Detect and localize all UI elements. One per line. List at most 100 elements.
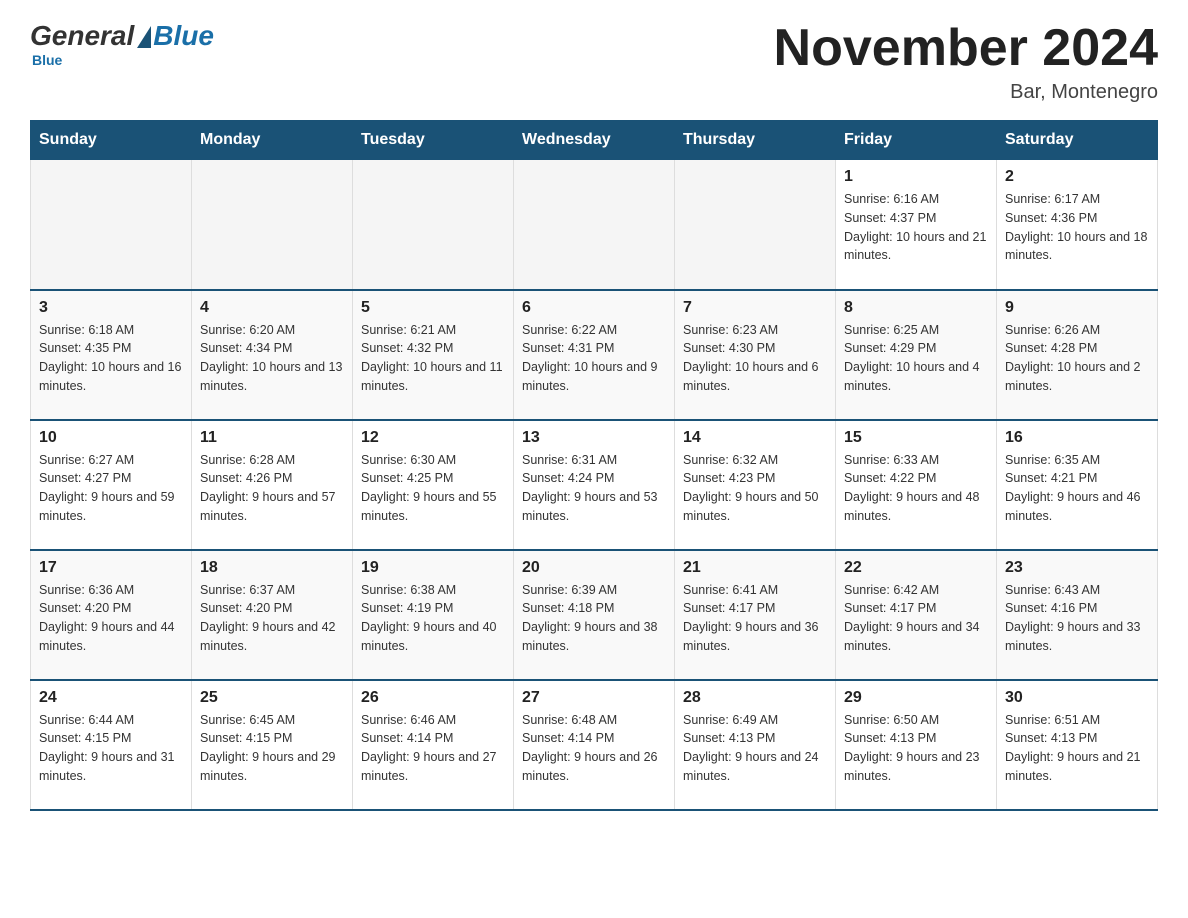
calendar-cell: 16Sunrise: 6:35 AMSunset: 4:21 PMDayligh… [997, 420, 1158, 550]
calendar-week-row: 24 Sunrise: 6:44 AMSunset: 4:15 PMDayligh… [31, 680, 1158, 810]
calendar-cell: 2 Sunrise: 6:17 AMSunset: 4:36 PMDaylight… [997, 160, 1158, 290]
day-number: 5 [361, 299, 505, 317]
calendar-cell [192, 160, 353, 290]
calendar-cell: 24 Sunrise: 6:44 AMSunset: 4:15 PMDayligh… [31, 680, 192, 810]
calendar-cell: 19 Sunrise: 6:38 AMSunset: 4:19 PMDayligh… [353, 550, 514, 680]
day-number: 14 [683, 429, 827, 447]
day-info: Sunrise: 6:35 AMSunset: 4:21 PMDaylight:… [1005, 451, 1149, 526]
calendar-cell: 11 Sunrise: 6:28 AMSunset: 4:26 PMDayligh… [192, 420, 353, 550]
day-info: Sunrise: 6:44 AMSunset: 4:15 PMDaylight:… [39, 711, 183, 786]
day-number: 19 [361, 559, 505, 577]
header-saturday: Saturday [997, 121, 1158, 160]
day-info: Sunrise: 6:46 AMSunset: 4:14 PMDaylight:… [361, 711, 505, 786]
day-number: 7 [683, 299, 827, 317]
day-number: 13 [522, 429, 666, 447]
day-info: Sunrise: 6:31 AMSunset: 4:24 PMDaylight:… [522, 451, 666, 526]
day-number: 22 [844, 559, 988, 577]
calendar-cell: 5 Sunrise: 6:21 AMSunset: 4:32 PMDaylight… [353, 290, 514, 420]
calendar-cell: 26 Sunrise: 6:46 AMSunset: 4:14 PMDayligh… [353, 680, 514, 810]
calendar-cell [353, 160, 514, 290]
day-info: Sunrise: 6:41 AMSunset: 4:17 PMDaylight:… [683, 581, 827, 656]
day-info: Sunrise: 6:49 AMSunset: 4:13 PMDaylight:… [683, 711, 827, 786]
header-friday: Friday [836, 121, 997, 160]
day-number: 6 [522, 299, 666, 317]
day-number: 10 [39, 429, 183, 447]
logo-tagline: Blue [32, 52, 62, 68]
day-info: Sunrise: 6:50 AMSunset: 4:13 PMDaylight:… [844, 711, 988, 786]
calendar-cell: 4Sunrise: 6:20 AMSunset: 4:34 PMDaylight… [192, 290, 353, 420]
calendar-cell: 21 Sunrise: 6:41 AMSunset: 4:17 PMDayligh… [675, 550, 836, 680]
logo: General Blue Blue [30, 20, 214, 68]
day-number: 9 [1005, 299, 1149, 317]
day-number: 30 [1005, 689, 1149, 707]
day-info: Sunrise: 6:27 AMSunset: 4:27 PMDaylight:… [39, 451, 183, 526]
header-wednesday: Wednesday [514, 121, 675, 160]
calendar-week-row: 10 Sunrise: 6:27 AMSunset: 4:27 PMDayligh… [31, 420, 1158, 550]
calendar-cell: 27 Sunrise: 6:48 AMSunset: 4:14 PMDayligh… [514, 680, 675, 810]
day-info: Sunrise: 6:43 AMSunset: 4:16 PMDaylight:… [1005, 581, 1149, 656]
day-number: 2 [1005, 168, 1149, 186]
calendar-week-row: 3 Sunrise: 6:18 AMSunset: 4:35 PMDaylight… [31, 290, 1158, 420]
day-number: 24 [39, 689, 183, 707]
day-info: Sunrise: 6:37 AMSunset: 4:20 PMDaylight:… [200, 581, 344, 656]
location: Bar, Montenegro [774, 81, 1158, 104]
day-info: Sunrise: 6:36 AMSunset: 4:20 PMDaylight:… [39, 581, 183, 656]
calendar-cell: 12Sunrise: 6:30 AMSunset: 4:25 PMDayligh… [353, 420, 514, 550]
calendar-cell: 7 Sunrise: 6:23 AMSunset: 4:30 PMDaylight… [675, 290, 836, 420]
calendar-cell [31, 160, 192, 290]
day-info: Sunrise: 6:16 AMSunset: 4:37 PMDaylight:… [844, 190, 988, 265]
day-info: Sunrise: 6:25 AMSunset: 4:29 PMDaylight:… [844, 321, 988, 396]
logo-blue-text: Blue [153, 20, 214, 52]
day-info: Sunrise: 6:22 AMSunset: 4:31 PMDaylight:… [522, 321, 666, 396]
header-monday: Monday [192, 121, 353, 160]
logo-general-text: General [30, 20, 134, 52]
day-number: 8 [844, 299, 988, 317]
calendar-cell: 6 Sunrise: 6:22 AMSunset: 4:31 PMDaylight… [514, 290, 675, 420]
day-info: Sunrise: 6:21 AMSunset: 4:32 PMDaylight:… [361, 321, 505, 396]
day-number: 26 [361, 689, 505, 707]
calendar-header-row: Sunday Monday Tuesday Wednesday Thursday… [31, 121, 1158, 160]
day-info: Sunrise: 6:18 AMSunset: 4:35 PMDaylight:… [39, 321, 183, 396]
calendar-week-row: 17 Sunrise: 6:36 AMSunset: 4:20 PMDayligh… [31, 550, 1158, 680]
day-info: Sunrise: 6:28 AMSunset: 4:26 PMDaylight:… [200, 451, 344, 526]
header-tuesday: Tuesday [353, 121, 514, 160]
logo-top: General Blue [30, 20, 214, 52]
day-number: 25 [200, 689, 344, 707]
calendar-cell: 30 Sunrise: 6:51 AMSunset: 4:13 PMDayligh… [997, 680, 1158, 810]
calendar-cell: 9 Sunrise: 6:26 AMSunset: 4:28 PMDaylight… [997, 290, 1158, 420]
calendar-cell: 20Sunrise: 6:39 AMSunset: 4:18 PMDayligh… [514, 550, 675, 680]
day-info: Sunrise: 6:32 AMSunset: 4:23 PMDaylight:… [683, 451, 827, 526]
day-info: Sunrise: 6:23 AMSunset: 4:30 PMDaylight:… [683, 321, 827, 396]
day-info: Sunrise: 6:17 AMSunset: 4:36 PMDaylight:… [1005, 190, 1149, 265]
day-info: Sunrise: 6:30 AMSunset: 4:25 PMDaylight:… [361, 451, 505, 526]
day-number: 20 [522, 559, 666, 577]
calendar-cell: 25Sunrise: 6:45 AMSunset: 4:15 PMDayligh… [192, 680, 353, 810]
day-info: Sunrise: 6:48 AMSunset: 4:14 PMDaylight:… [522, 711, 666, 786]
day-number: 21 [683, 559, 827, 577]
title-area: November 2024 Bar, Montenegro [774, 20, 1158, 104]
calendar-cell: 15Sunrise: 6:33 AMSunset: 4:22 PMDayligh… [836, 420, 997, 550]
day-number: 15 [844, 429, 988, 447]
calendar-week-row: 1 Sunrise: 6:16 AMSunset: 4:37 PMDaylight… [31, 160, 1158, 290]
day-number: 11 [200, 429, 344, 447]
calendar-cell: 10 Sunrise: 6:27 AMSunset: 4:27 PMDayligh… [31, 420, 192, 550]
day-number: 3 [39, 299, 183, 317]
day-number: 27 [522, 689, 666, 707]
day-info: Sunrise: 6:20 AMSunset: 4:34 PMDaylight:… [200, 321, 344, 396]
day-info: Sunrise: 6:38 AMSunset: 4:19 PMDaylight:… [361, 581, 505, 656]
header: General Blue Blue November 2024 Bar, Mon… [30, 20, 1158, 104]
day-info: Sunrise: 6:42 AMSunset: 4:17 PMDaylight:… [844, 581, 988, 656]
day-number: 29 [844, 689, 988, 707]
calendar-cell [675, 160, 836, 290]
day-number: 18 [200, 559, 344, 577]
calendar-cell: 23Sunrise: 6:43 AMSunset: 4:16 PMDayligh… [997, 550, 1158, 680]
day-number: 17 [39, 559, 183, 577]
calendar-cell: 8 Sunrise: 6:25 AMSunset: 4:29 PMDaylight… [836, 290, 997, 420]
calendar-cell: 22 Sunrise: 6:42 AMSunset: 4:17 PMDayligh… [836, 550, 997, 680]
calendar-cell: 14 Sunrise: 6:32 AMSunset: 4:23 PMDayligh… [675, 420, 836, 550]
day-number: 1 [844, 168, 988, 186]
calendar-cell: 29 Sunrise: 6:50 AMSunset: 4:13 PMDayligh… [836, 680, 997, 810]
day-info: Sunrise: 6:26 AMSunset: 4:28 PMDaylight:… [1005, 321, 1149, 396]
calendar-cell: 13 Sunrise: 6:31 AMSunset: 4:24 PMDayligh… [514, 420, 675, 550]
day-info: Sunrise: 6:51 AMSunset: 4:13 PMDaylight:… [1005, 711, 1149, 786]
